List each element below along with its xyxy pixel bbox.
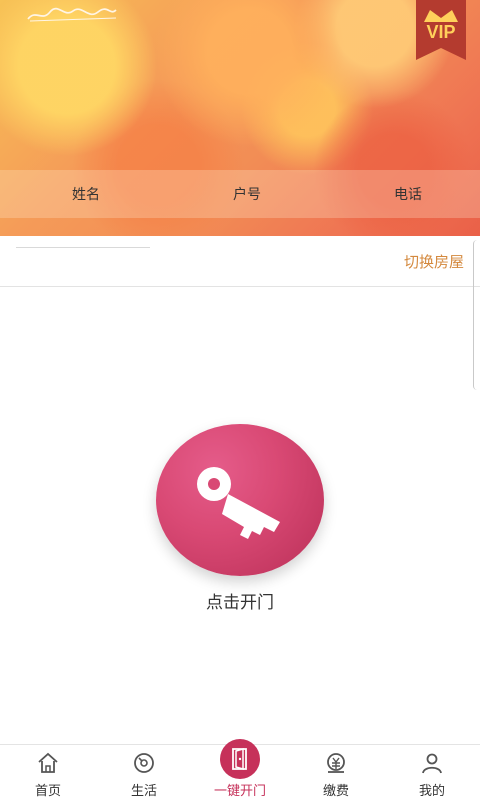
nav-profile[interactable]: 我的	[384, 745, 480, 801]
room-label: 户号	[233, 187, 261, 203]
nav-label-profile: 我的	[418, 784, 445, 799]
house-selector-row: 切换房屋	[0, 236, 480, 287]
open-door-button[interactable]	[156, 424, 324, 576]
vip-badge[interactable]: VIP	[416, 0, 466, 60]
bottom-navigation: 首页 生活 一键开门 缴费 我的	[0, 739, 480, 801]
phone-label: 电话	[394, 187, 422, 203]
side-scroll-indicator[interactable]	[473, 240, 480, 390]
door-icon	[220, 739, 260, 779]
house-divider	[16, 247, 150, 248]
nav-label-payment: 缴费	[322, 784, 349, 799]
header-banner: VIP 姓名 户号 电话	[0, 0, 480, 236]
nav-one-key-open[interactable]: 一键开门	[192, 739, 288, 801]
home-icon	[38, 752, 58, 773]
key-icon	[197, 467, 280, 539]
nav-home[interactable]: 首页	[0, 745, 96, 801]
svg-text:VIP: VIP	[426, 22, 455, 42]
signature-logo	[27, 7, 117, 22]
life-icon	[134, 753, 154, 773]
payment-icon	[327, 753, 345, 773]
nav-payment[interactable]: 缴费	[288, 745, 384, 801]
nav-label-one-key-open: 一键开门	[213, 784, 266, 799]
nav-life[interactable]: 生活	[96, 745, 192, 801]
profile-icon	[422, 753, 442, 774]
resident-info-bar: 姓名 户号 电话	[0, 170, 480, 218]
nav-label-home: 首页	[34, 784, 61, 799]
nav-label-life: 生活	[130, 784, 157, 799]
name-label: 姓名	[72, 187, 100, 203]
open-door-label: 点击开门	[206, 593, 274, 613]
switch-house-link[interactable]: 切换房屋	[404, 251, 464, 272]
